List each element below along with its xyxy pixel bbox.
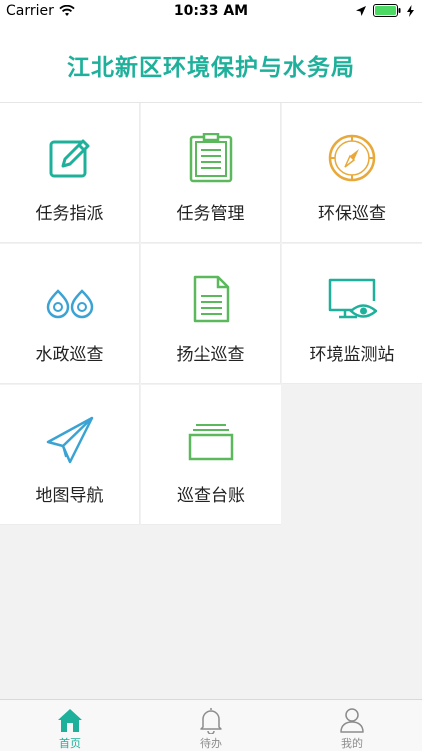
menu-item-env-patrol[interactable]: 环保巡查 — [282, 103, 422, 243]
ledger-stack-icon — [188, 424, 234, 461]
paper-plane-icon — [46, 416, 94, 464]
menu-item-label: 扬尘巡查 — [176, 345, 245, 365]
location-arrow-icon — [356, 5, 366, 16]
menu-item-label: 环境监测站 — [309, 345, 395, 365]
page-title: 江北新区环境保护与水务局 — [67, 55, 355, 81]
menu-item-label: 环保巡查 — [318, 204, 386, 224]
tab-todo[interactable]: 待办 — [141, 700, 281, 751]
menu-item-water-patrol[interactable]: 水政巡查 — [0, 244, 140, 384]
monitor-eye-icon — [328, 278, 377, 319]
battery-icon — [373, 4, 401, 17]
menu-item-monitor-station[interactable]: 环境监测站 — [282, 244, 422, 384]
bell-icon — [200, 708, 222, 734]
tab-label: 首页 — [59, 737, 81, 750]
home-icon — [58, 709, 82, 732]
edit-icon — [49, 139, 90, 178]
menu-item-label: 地图导航 — [35, 486, 104, 506]
menu-item-label: 任务管理 — [176, 204, 245, 224]
water-drops-icon — [46, 289, 94, 319]
app-header: 江北新区环境保护与水务局 — [0, 22, 422, 103]
clipboard-icon — [189, 133, 233, 183]
menu-item-label: 巡查台账 — [177, 486, 245, 506]
menu-item-task-assign[interactable]: 任务指派 — [0, 103, 140, 243]
compass-icon — [328, 134, 376, 182]
menu-item-label: 任务指派 — [35, 204, 104, 224]
user-icon — [340, 708, 364, 733]
tab-home[interactable]: 首页 — [0, 700, 140, 751]
status-bar: Carrier 10:33 AM — [0, 0, 422, 22]
menu-item-map-nav[interactable]: 地图导航 — [0, 385, 140, 525]
status-right — [355, 4, 414, 17]
charging-bolt-icon — [407, 4, 414, 17]
menu-item-task-manage[interactable]: 任务管理 — [141, 103, 281, 243]
tab-label: 待办 — [200, 737, 222, 750]
tab-label: 我的 — [341, 737, 363, 750]
menu-item-label: 水政巡查 — [35, 345, 104, 365]
tab-profile[interactable]: 我的 — [282, 700, 422, 751]
menu-item-patrol-ledger[interactable]: 巡查台账 — [141, 385, 281, 525]
tab-bar: 首页 待办 我的 — [0, 699, 422, 751]
document-icon — [193, 275, 230, 323]
menu-item-dust-patrol[interactable]: 扬尘巡查 — [141, 244, 281, 384]
